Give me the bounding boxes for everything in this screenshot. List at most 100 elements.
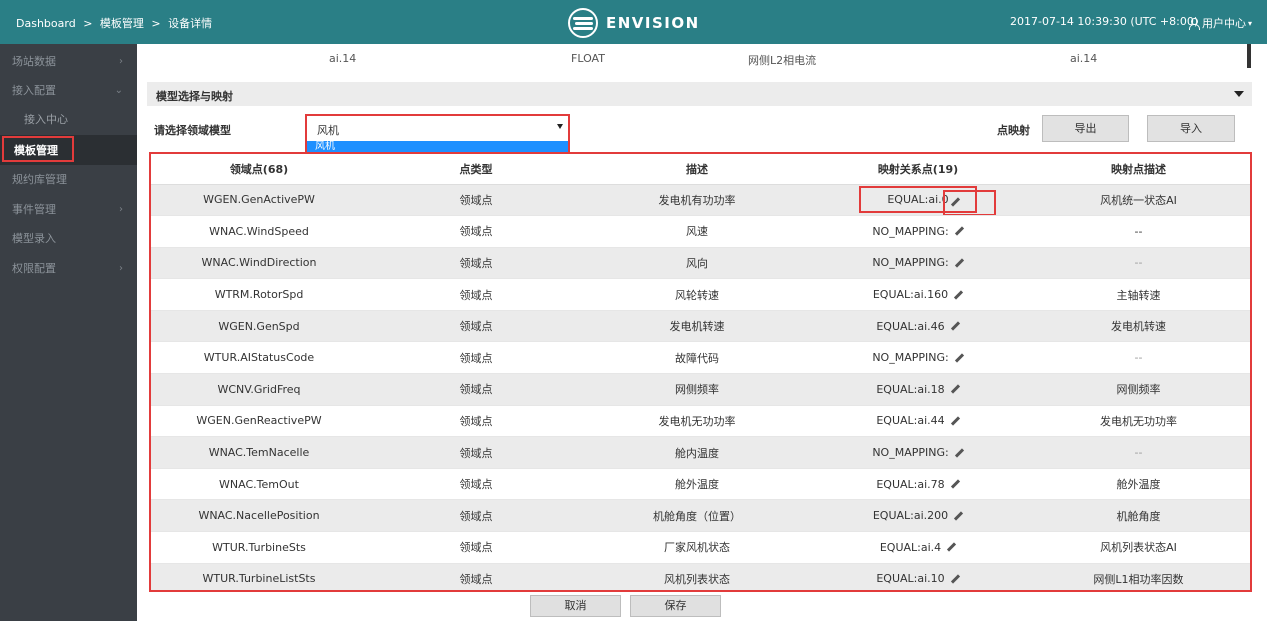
- save-button[interactable]: 保存: [630, 595, 721, 617]
- caret-down-icon: ▾: [1248, 18, 1253, 28]
- cell-point-text: WCNV.GridFreq: [217, 382, 301, 396]
- pencil-icon[interactable]: [951, 322, 960, 331]
- cell-mapping-desc-text: 网侧频率: [1116, 383, 1161, 397]
- cell-point-text: WNAC.TemNacelle: [208, 446, 310, 460]
- cell-point: WTRM.RotorSpd: [151, 278, 367, 311]
- cell-point: WGEN.GenSpd: [151, 310, 367, 343]
- pencil-icon[interactable]: [955, 259, 964, 268]
- cell-mapping-desc: 风机统一状态AI: [1027, 184, 1250, 217]
- collapse-triangle-icon[interactable]: [1234, 91, 1244, 97]
- cell-desc: 发电机无功功率: [585, 405, 809, 438]
- cell-mapping-desc-text: 网侧L1相功率因数: [1093, 572, 1184, 586]
- sidebar-item-event-management[interactable]: 事件管理 ›: [0, 195, 137, 225]
- cell-point: WTUR.AIStatusCode: [151, 341, 367, 375]
- mapping-text: NO_MAPPING:: [872, 256, 949, 270]
- table-row: WNAC.NacellePosition 领域点 机舱角度（位置） EQUAL:ai.…: [151, 499, 1250, 533]
- model-select-label: 请选择领域模型: [154, 124, 231, 137]
- cell-desc-text: 发电机转速: [669, 320, 725, 334]
- cell-mapping-desc: 网侧频率: [1027, 373, 1250, 406]
- domain-model-select[interactable]: 风机 风机: [305, 114, 570, 155]
- cell-desc: 网侧L2相电流: [748, 54, 817, 67]
- cell-point: WTUR.TurbineListSts: [151, 563, 367, 590]
- cell-desc-text: 风机列表状态: [664, 572, 730, 586]
- table-row: WNAC.TemNacelle 领域点 舱内温度 NO_MAPPING: --: [151, 436, 1250, 469]
- chevron-right-icon: ›: [119, 263, 123, 274]
- table-row: WGEN.GenSpd 领域点 发电机转速 EQUAL:ai.46 发电机转速: [151, 310, 1250, 343]
- cell-point-text: WNAC.NacellePosition: [198, 509, 320, 523]
- pencil-icon[interactable]: [955, 354, 964, 363]
- sidebar-item-access-center[interactable]: 接入中心: [0, 105, 137, 135]
- export-button[interactable]: 导出: [1042, 115, 1129, 142]
- envision-logo-icon: [568, 8, 598, 38]
- pencil-icon[interactable]: [951, 417, 960, 426]
- table-row: WNAC.WindSpeed 领域点 风速 NO_MAPPING: --: [151, 215, 1250, 248]
- cell-mapping-desc: 网侧L1相功率因数: [1027, 563, 1250, 590]
- cell-type: 领域点: [367, 436, 585, 469]
- sidebar-item-protocol-library[interactable]: 规约库管理: [0, 165, 137, 195]
- cell-type-text: 领域点: [459, 478, 493, 492]
- breadcrumb-dashboard[interactable]: Dashboard: [16, 17, 76, 30]
- cell-desc-text: 舱外温度: [675, 478, 719, 492]
- cell-desc: 风向: [585, 247, 809, 280]
- cell-mapping-desc-text: 机舱角度: [1116, 509, 1161, 523]
- header-description: 描述: [585, 154, 809, 185]
- sidebar-item-station-data[interactable]: 场站数据 ›: [0, 47, 137, 77]
- sidebar-item-permission-config[interactable]: 权限配置 ›: [0, 254, 137, 284]
- pencil-icon: [951, 198, 960, 207]
- cell-type: FLOAT: [571, 52, 605, 65]
- envision-logo[interactable]: ENVISION: [568, 8, 700, 38]
- pencil-icon[interactable]: [951, 575, 960, 584]
- cell-mapping-desc: 舱外温度: [1027, 468, 1250, 501]
- cell-mapping: EQUAL:ai.78: [809, 468, 1027, 501]
- cancel-button[interactable]: 取消: [530, 595, 621, 617]
- cell-type-text: 领域点: [459, 446, 493, 460]
- pencil-icon[interactable]: [955, 449, 964, 458]
- cell-mapping-desc: 机舱角度: [1027, 499, 1250, 533]
- breadcrumb-template-management[interactable]: 模板管理: [100, 17, 144, 30]
- cell-point: WNAC.TemOut: [151, 468, 367, 501]
- cell-type-text: 领域点: [459, 256, 493, 270]
- cell-point: WNAC.WindSpeed: [151, 215, 367, 248]
- selected-model: 风机: [317, 124, 339, 137]
- cell-mapping-desc: 风机列表状态AI: [1027, 531, 1250, 564]
- sidebar-item-label: 模板管理: [2, 136, 74, 162]
- edit-mapping-button[interactable]: [943, 190, 997, 215]
- dropdown-arrow-icon: [557, 124, 563, 129]
- pencil-icon[interactable]: [954, 512, 963, 521]
- table-row: WGEN.GenReactivePW 领域点 发电机无功功率 EQUAL:ai.44 发…: [151, 405, 1250, 438]
- header-point-type: 点类型: [367, 154, 585, 185]
- section-header[interactable]: 模型选择与映射: [147, 82, 1252, 106]
- pencil-icon[interactable]: [951, 480, 960, 489]
- pencil-icon[interactable]: [951, 385, 960, 394]
- user-menu[interactable]: 用户中心 ▾: [1188, 15, 1252, 31]
- import-button[interactable]: 导入: [1147, 115, 1235, 142]
- sidebar-item-access-config[interactable]: 接入配置 ⌄: [0, 76, 137, 106]
- mapping-text: EQUAL:ai.46: [876, 319, 945, 333]
- cell-point-text: WGEN.GenSpd: [218, 319, 300, 333]
- cell-desc-text: 风速: [686, 225, 708, 239]
- cell-desc: 故障代码: [585, 341, 809, 375]
- cell-mapping: EQUAL:ai.18: [809, 373, 1027, 406]
- cell-mapping-desc: 发电机无功功率: [1027, 405, 1250, 438]
- cell-desc-text: 风向: [686, 256, 708, 270]
- pencil-icon[interactable]: [954, 291, 963, 300]
- chevron-down-icon: ⌄: [114, 85, 123, 96]
- cell-mapping-desc: 主轴转速: [1027, 278, 1250, 311]
- pencil-icon[interactable]: [955, 227, 964, 236]
- cell-type-text: 领域点: [459, 572, 493, 586]
- cell-desc-text: 发电机有功功率: [658, 193, 736, 207]
- cell-type: 领域点: [367, 531, 585, 564]
- scrollbar-thumb[interactable]: [1247, 44, 1251, 68]
- table-row: WNAC.TemOut 领域点 舱外温度 EQUAL:ai.78 舱外温度: [151, 468, 1250, 501]
- table-row: WTUR.TurbineListSts 领域点 风机列表状态 EQUAL:ai.10 网…: [151, 563, 1250, 590]
- sidebar-item-template-management[interactable]: 模板管理: [0, 135, 137, 165]
- mapping-table: 领域点(68) 点类型 描述 映射关系点(19) 映射点描述 WGEN.GenA…: [149, 152, 1252, 592]
- cell-type: 领域点: [367, 373, 585, 406]
- pencil-icon[interactable]: [947, 543, 956, 552]
- table-row: WTUR.AIStatusCode 领域点 故障代码 NO_MAPPING: --: [151, 341, 1250, 375]
- sidebar: 场站数据 › 接入配置 ⌄ 接入中心 模板管理 规约库管理 事件管理 › 模型录…: [0, 44, 137, 621]
- sidebar-item-model-entry[interactable]: 模型录入: [0, 224, 137, 254]
- mapping-text: EQUAL:ai.78: [876, 477, 945, 491]
- cell-type: 领域点: [367, 247, 585, 280]
- cell-desc-text: 舱内温度: [675, 446, 719, 460]
